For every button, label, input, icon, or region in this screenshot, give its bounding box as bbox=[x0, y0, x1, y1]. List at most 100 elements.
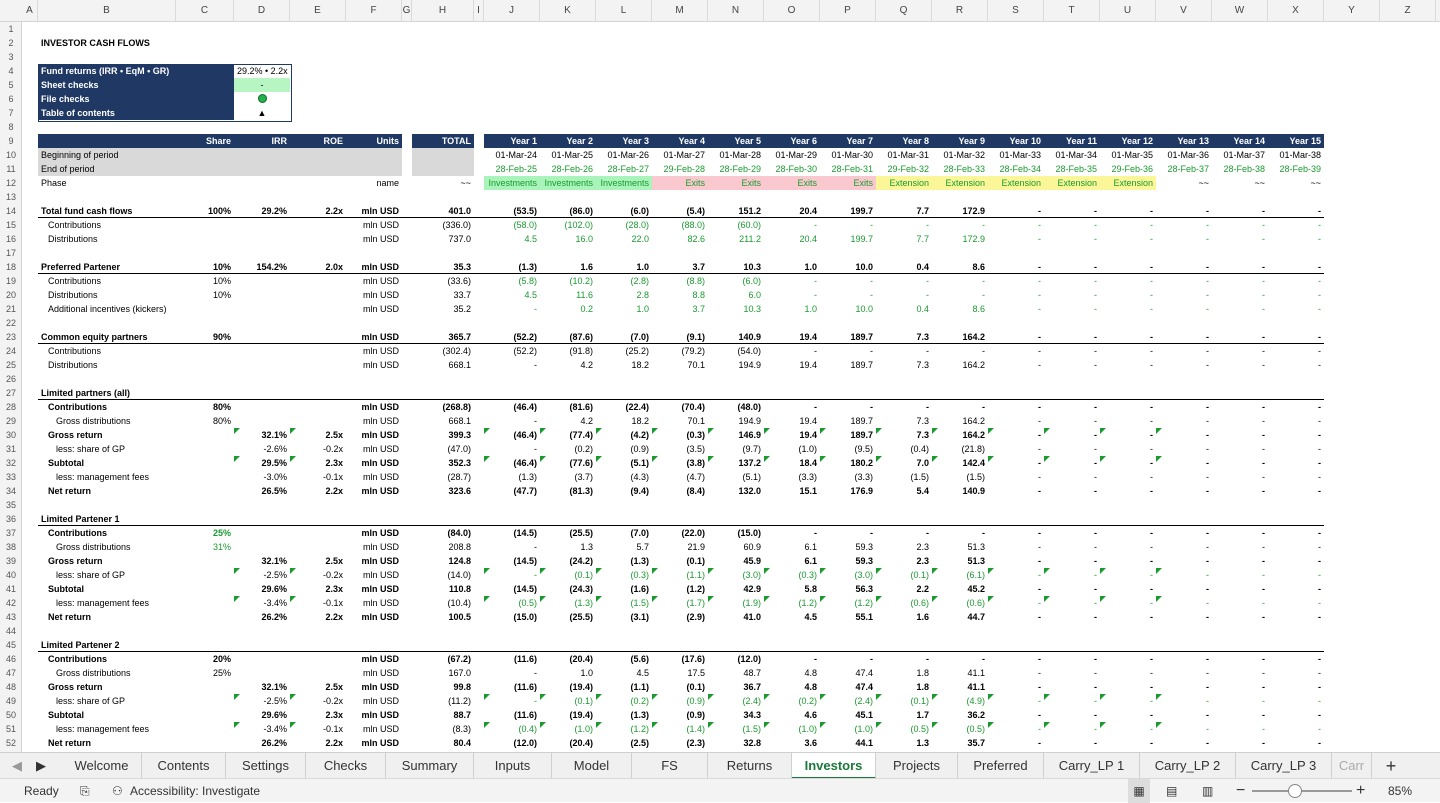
row-header[interactable]: 7 bbox=[0, 106, 22, 120]
sheet-tab[interactable]: Returns bbox=[708, 753, 792, 779]
row-header[interactable]: 20 bbox=[0, 288, 22, 302]
column-header[interactable]: P bbox=[820, 0, 876, 22]
worksheet-grid[interactable]: INVESTOR CASH FLOWS Fund returns (IRR • … bbox=[22, 22, 1440, 752]
sheet-tab[interactable]: Projects bbox=[876, 753, 958, 779]
row-header[interactable]: 23 bbox=[0, 330, 22, 344]
row-header[interactable]: 10 bbox=[0, 148, 22, 162]
accessibility-icon[interactable]: ⚇ bbox=[112, 779, 123, 803]
sheet-tab[interactable]: Preferred bbox=[958, 753, 1044, 779]
row-header[interactable]: 6 bbox=[0, 92, 22, 106]
row-header[interactable]: 31 bbox=[0, 442, 22, 456]
sheet-tab[interactable]: Carr bbox=[1332, 753, 1372, 779]
table-of-contents-link[interactable]: ▲ bbox=[234, 106, 290, 120]
zoom-level[interactable]: 85% bbox=[1388, 779, 1412, 803]
scroll-tabs-right-icon[interactable]: ▶ bbox=[30, 753, 52, 779]
zoom-in-icon[interactable]: + bbox=[1356, 779, 1365, 803]
row-header[interactable]: 21 bbox=[0, 302, 22, 316]
column-header[interactable]: N bbox=[708, 0, 764, 22]
row-header[interactable]: 39 bbox=[0, 554, 22, 568]
row-header[interactable]: 30 bbox=[0, 428, 22, 442]
column-header[interactable]: R bbox=[932, 0, 988, 22]
row-header[interactable]: 51 bbox=[0, 722, 22, 736]
row-header[interactable]: 18 bbox=[0, 260, 22, 274]
row-header[interactable]: 8 bbox=[0, 120, 22, 134]
zoom-slider-thumb[interactable] bbox=[1288, 784, 1302, 798]
column-header[interactable]: A bbox=[22, 0, 38, 22]
sheet-tab[interactable]: Carry_LP 1 bbox=[1044, 753, 1140, 779]
row-header[interactable]: 28 bbox=[0, 400, 22, 414]
row-header[interactable]: 42 bbox=[0, 596, 22, 610]
column-header[interactable]: D bbox=[234, 0, 290, 22]
column-header[interactable]: B bbox=[38, 0, 176, 22]
column-header[interactable]: G bbox=[402, 0, 412, 22]
column-header[interactable]: S bbox=[988, 0, 1044, 22]
row-header[interactable]: 37 bbox=[0, 526, 22, 540]
row-header[interactable]: 46 bbox=[0, 652, 22, 666]
row-header[interactable]: 43 bbox=[0, 610, 22, 624]
row-header[interactable]: 26 bbox=[0, 372, 22, 386]
sheet-tab[interactable]: FS bbox=[632, 753, 708, 779]
add-sheet-icon[interactable]: + bbox=[1378, 753, 1404, 779]
row-header[interactable]: 3 bbox=[0, 50, 22, 64]
row-header[interactable]: 32 bbox=[0, 456, 22, 470]
row-header[interactable]: 48 bbox=[0, 680, 22, 694]
column-header[interactable]: W bbox=[1212, 0, 1268, 22]
page-break-icon[interactable]: ▥ bbox=[1202, 779, 1213, 803]
sheet-tab[interactable]: Investors bbox=[792, 753, 876, 779]
column-header[interactable]: X bbox=[1268, 0, 1324, 22]
row-header[interactable]: 45 bbox=[0, 638, 22, 652]
column-header[interactable]: F bbox=[346, 0, 402, 22]
row-header[interactable]: 44 bbox=[0, 624, 22, 638]
row-header[interactable]: 33 bbox=[0, 470, 22, 484]
column-header[interactable]: Z bbox=[1380, 0, 1436, 22]
row-header[interactable]: 36 bbox=[0, 512, 22, 526]
row-header[interactable]: 50 bbox=[0, 708, 22, 722]
column-header[interactable]: O bbox=[764, 0, 820, 22]
sheet-tab[interactable]: Summary bbox=[386, 753, 474, 779]
row-header[interactable]: 17 bbox=[0, 246, 22, 260]
sheet-tab[interactable]: Welcome bbox=[62, 753, 142, 779]
row-header[interactable]: 34 bbox=[0, 484, 22, 498]
row-header[interactable]: 29 bbox=[0, 414, 22, 428]
column-header[interactable]: E bbox=[290, 0, 346, 22]
page-layout-icon[interactable]: ▤ bbox=[1166, 779, 1177, 803]
column-header[interactable]: J bbox=[484, 0, 540, 22]
row-header[interactable]: 14 bbox=[0, 204, 22, 218]
sheet-tab[interactable]: Checks bbox=[306, 753, 386, 779]
column-header[interactable]: K bbox=[540, 0, 596, 22]
row-header[interactable]: 27 bbox=[0, 386, 22, 400]
column-header[interactable]: T bbox=[1044, 0, 1100, 22]
row-header[interactable]: 41 bbox=[0, 582, 22, 596]
column-header[interactable]: V bbox=[1156, 0, 1212, 22]
macro-record-icon[interactable]: ⎘ bbox=[80, 779, 90, 803]
sheet-tab[interactable]: Carry_LP 2 bbox=[1140, 753, 1236, 779]
row-header[interactable]: 47 bbox=[0, 666, 22, 680]
row-header[interactable]: 38 bbox=[0, 540, 22, 554]
row-header[interactable]: 1 bbox=[0, 22, 22, 36]
row-header[interactable]: 4 bbox=[0, 64, 22, 78]
column-header[interactable]: C bbox=[176, 0, 234, 22]
sheet-tab[interactable]: Contents bbox=[142, 753, 226, 779]
row-header[interactable]: 13 bbox=[0, 190, 22, 204]
row-header[interactable]: 49 bbox=[0, 694, 22, 708]
row-header[interactable]: 25 bbox=[0, 358, 22, 372]
scroll-tabs-left-icon[interactable]: ◀ bbox=[8, 753, 26, 779]
row-header[interactable]: 9 bbox=[0, 134, 22, 148]
row-header[interactable]: 5 bbox=[0, 78, 22, 92]
row-header[interactable]: 11 bbox=[0, 162, 22, 176]
row-header[interactable]: 52 bbox=[0, 736, 22, 750]
sheet-tab[interactable]: Inputs bbox=[474, 753, 552, 779]
column-header[interactable]: L bbox=[596, 0, 652, 22]
row-header[interactable]: 22 bbox=[0, 316, 22, 330]
row-header[interactable]: 16 bbox=[0, 232, 22, 246]
row-header[interactable]: 2 bbox=[0, 36, 22, 50]
sheet-tab[interactable]: Settings bbox=[226, 753, 306, 779]
row-header[interactable]: 19 bbox=[0, 274, 22, 288]
sheet-tab[interactable]: Model bbox=[552, 753, 632, 779]
row-header[interactable]: 35 bbox=[0, 498, 22, 512]
sheet-tab[interactable]: Carry_LP 3 bbox=[1236, 753, 1332, 779]
row-header[interactable]: 15 bbox=[0, 218, 22, 232]
normal-view-icon[interactable]: ▦ bbox=[1128, 779, 1150, 803]
column-header[interactable]: I bbox=[474, 0, 484, 22]
zoom-out-icon[interactable]: − bbox=[1236, 779, 1245, 803]
